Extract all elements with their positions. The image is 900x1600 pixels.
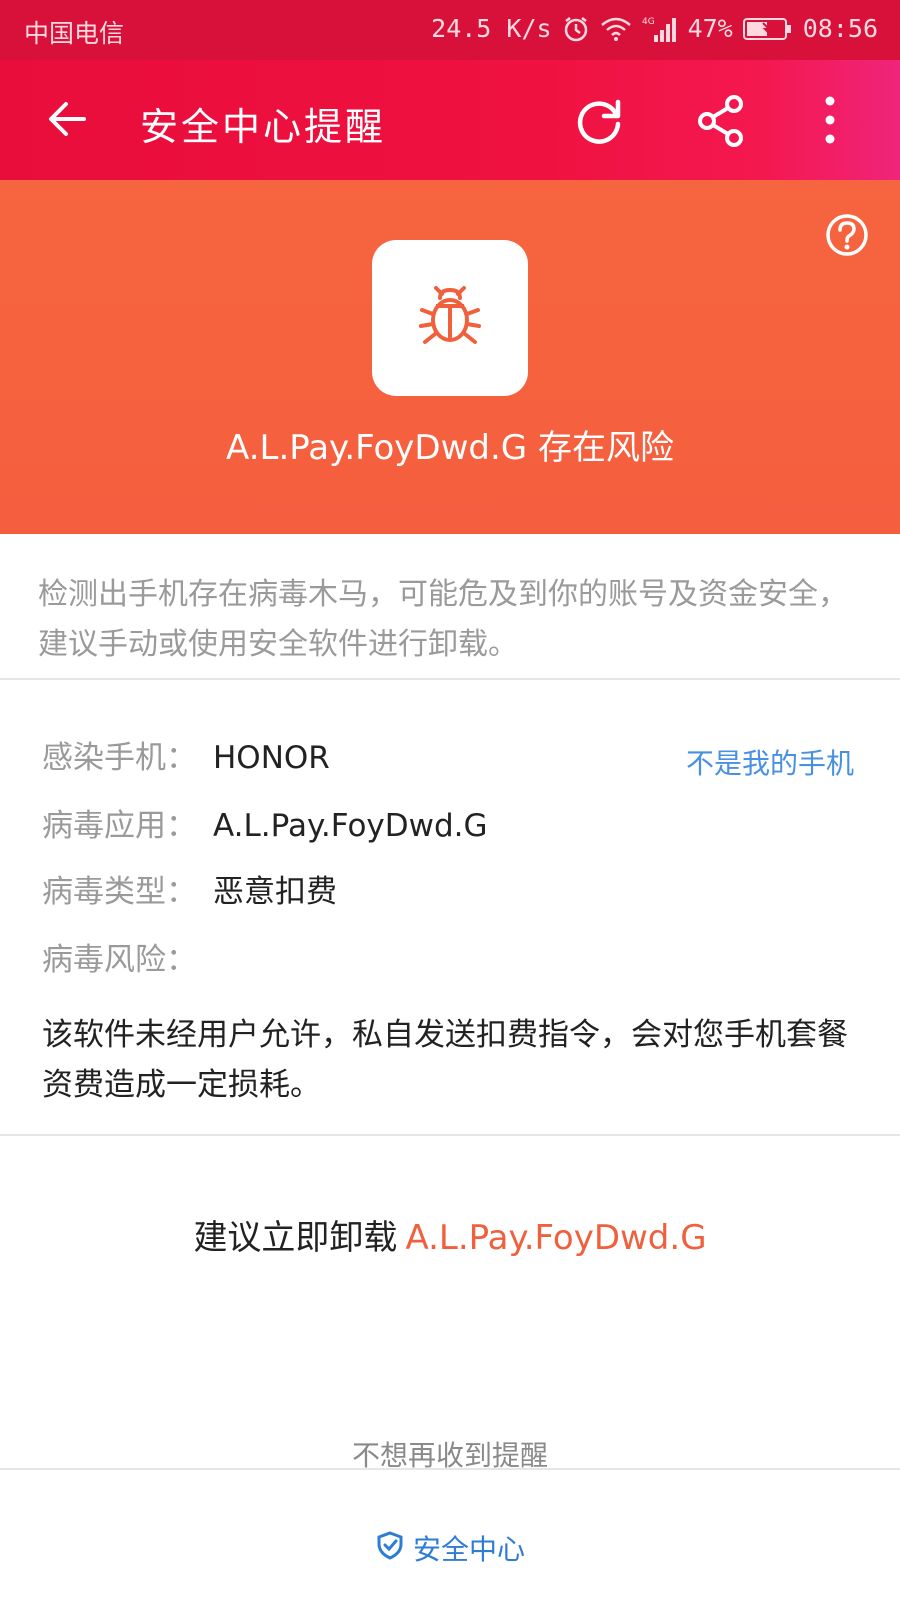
detail-virus-type: 病毒类型： 恶意扣费 [42, 866, 337, 911]
divider [0, 1134, 900, 1136]
recommend-app-name: A.L.Pay.FoyDwd.G [405, 1218, 707, 1258]
security-center-label: 安全中心 [412, 1533, 525, 1566]
shield-icon [375, 1530, 405, 1567]
signal-icon: 4G [642, 15, 678, 43]
battery-percent: 47% [687, 14, 733, 43]
uninstall-recommendation: 建议立即卸载 A.L.Pay.FoyDwd.G [0, 1210, 900, 1259]
detail-label: 感染手机： [42, 740, 197, 776]
detail-virus-risk: 病毒风险： [42, 934, 197, 979]
detail-value: 恶意扣费 [213, 874, 337, 910]
risk-hero: A.L.Pay.FoyDwd.G 存在风险 [0, 180, 900, 534]
arrow-left-icon[interactable] [44, 96, 90, 142]
divider [0, 678, 900, 680]
detail-label: 病毒应用： [42, 808, 197, 844]
recommend-lead: 建议立即卸载 [193, 1218, 398, 1258]
wifi-icon [600, 16, 632, 42]
help-circle-icon[interactable] [824, 212, 870, 258]
detail-value: A.L.Pay.FoyDwd.G [213, 808, 488, 844]
bug-card [372, 240, 528, 396]
page-title: 安全中心提醒 [140, 105, 387, 149]
divider [0, 1468, 900, 1470]
status-bar: 中国电信 24.5 K/s 4G 47% 08:56 [0, 0, 900, 60]
status-indicators: 24.5 K/s 4G 47% 08:56 [431, 14, 878, 43]
detail-label: 病毒风险： [42, 942, 197, 978]
clock: 08:56 [802, 14, 878, 43]
carrier-label: 中国电信 [24, 19, 125, 48]
refresh-icon[interactable] [572, 94, 626, 148]
detail-virus-app: 病毒应用： A.L.Pay.FoyDwd.G [42, 800, 488, 845]
bug-icon [416, 282, 484, 354]
more-vertical-icon[interactable] [820, 94, 840, 148]
detail-infected-phone: 感染手机： HONOR [42, 732, 330, 777]
risk-description: 检测出手机存在病毒木马，可能危及到你的账号及资金安全，建议手动或使用安全软件进行… [38, 577, 848, 662]
detail-value: HONOR [213, 740, 330, 776]
not-my-phone-link[interactable]: 不是我的手机 [686, 742, 854, 782]
risk-headline: A.L.Pay.FoyDwd.G 存在风险 [226, 428, 674, 468]
risk-detail-text: 该软件未经用户允许，私自发送扣费指令，会对您手机套餐资费造成一定损耗。 [42, 1017, 848, 1103]
share-icon[interactable] [696, 94, 746, 148]
network-speed: 24.5 K/s [431, 14, 552, 43]
security-center-footer[interactable]: 安全中心 [0, 1528, 900, 1568]
battery-icon [742, 17, 793, 41]
app-bar: 安全中心提醒 [0, 60, 900, 180]
svg-text:4G: 4G [642, 17, 655, 27]
screen: 中国电信 24.5 K/s 4G 47% 08:56 安全中心提醒 A.L.Pa… [0, 0, 900, 1600]
detail-label: 病毒类型： [42, 874, 197, 910]
alarm-icon [562, 15, 590, 43]
